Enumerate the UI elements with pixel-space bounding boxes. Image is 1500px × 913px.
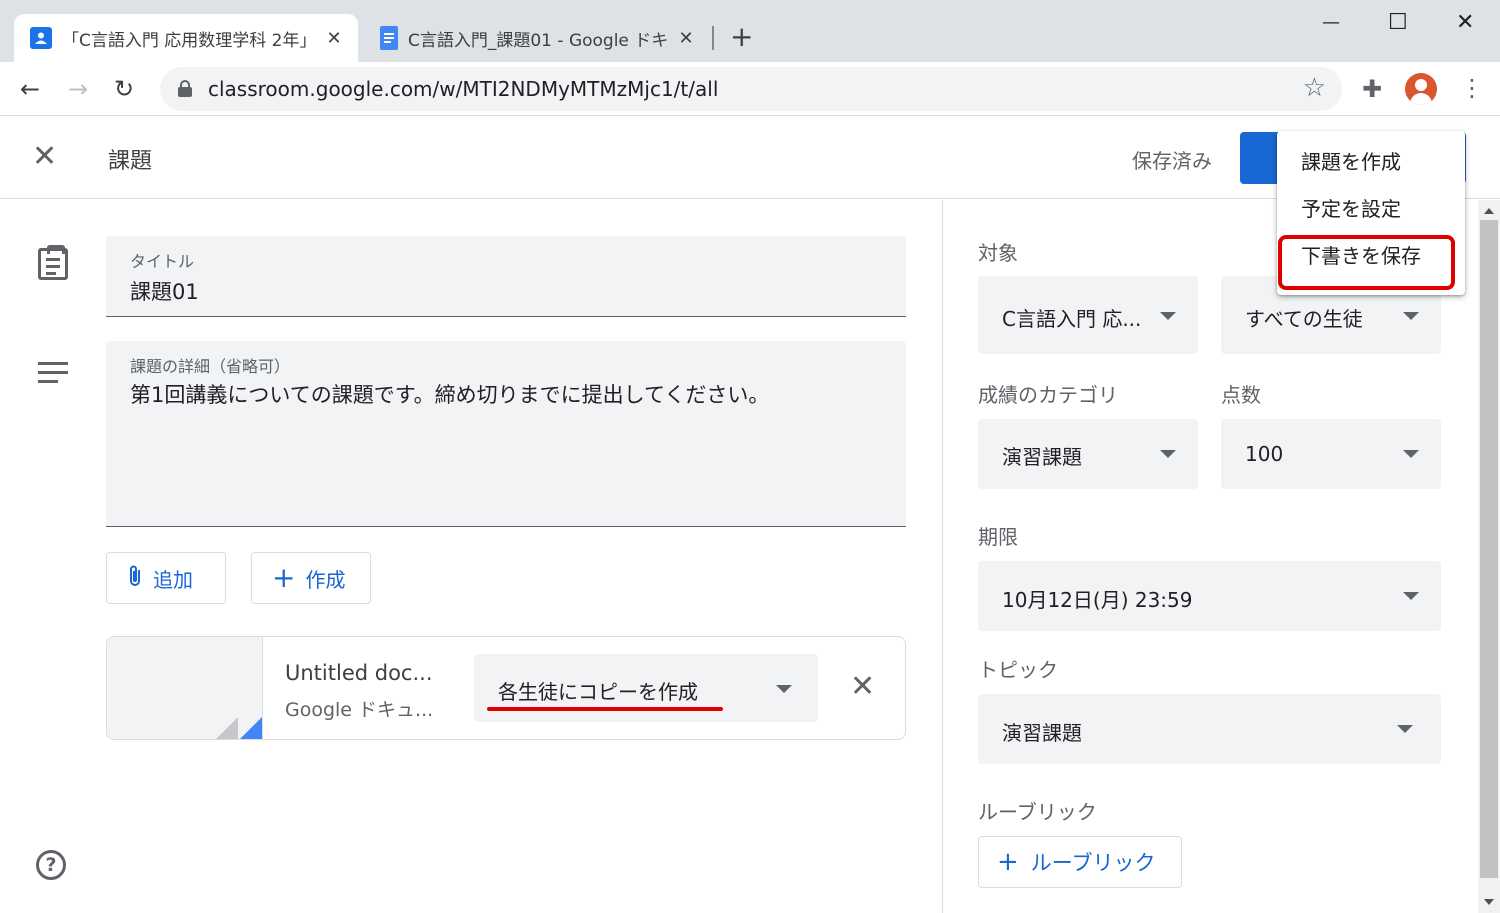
profile-avatar[interactable] <box>1405 73 1437 105</box>
menu-item-assign[interactable]: 課題を作成 <box>1277 139 1465 186</box>
rubric-button-label: ルーブリック <box>1030 851 1156 875</box>
assign-options-menu: 課題を作成 予定を設定 下書きを保存 <box>1277 131 1465 295</box>
reload-icon[interactable]: ↻ <box>114 74 134 104</box>
address-bar[interactable]: classroom.google.com/w/MTI2NDMyMTMzMjc1/… <box>160 67 1342 111</box>
document-thumbnail[interactable] <box>107 637 263 739</box>
google-docs-icon <box>380 26 398 50</box>
browser-tabstrip: 「C言語入門 応用数理学科 2年」の ✕ C言語入門_課題01 - Google… <box>0 0 1500 62</box>
saved-status: 保存済み <box>1132 149 1212 173</box>
tab-title: 「C言語入門 応用数理学科 2年」の <box>62 30 316 51</box>
assignment-clipboard-icon <box>38 245 68 280</box>
window-close-icon[interactable]: ✕ <box>1456 8 1474 38</box>
add-rubric-button[interactable]: + ルーブリック <box>978 836 1182 888</box>
highlight-box <box>1278 235 1455 290</box>
help-icon[interactable]: ? <box>36 850 66 880</box>
points-select[interactable]: 100 <box>1221 419 1441 489</box>
rubric-label: ルーブリック <box>978 800 1097 824</box>
maximize-icon[interactable]: ☐ <box>1388 8 1408 38</box>
grade-category-value: 演習課題 <box>1002 445 1082 469</box>
due-date-select[interactable]: 10月12日(月) 23:59 <box>978 561 1441 631</box>
student-copy-mode-select[interactable]: 各生徒にコピーを作成 <box>474 654 818 722</box>
dropdown-arrow-icon <box>1160 450 1176 458</box>
title-field[interactable]: タイトル 課題01 <box>106 236 906 317</box>
thumbnail-fold <box>214 717 238 739</box>
create-button[interactable]: + 作成 <box>251 552 371 604</box>
create-label: 作成 <box>305 567 346 592</box>
details-field-label: 課題の詳細（省略可） <box>130 357 291 376</box>
assignment-form: タイトル 課題01 課題の詳細（省略可） 第1回講義についての課題です。締め切り… <box>0 200 942 913</box>
back-icon[interactable]: ← <box>20 74 40 104</box>
url-text[interactable]: classroom.google.com/w/MTI2NDMyMTMzMjc1/… <box>208 77 718 101</box>
plus-icon: + <box>997 847 1019 877</box>
tab-close-icon[interactable]: ✕ <box>324 28 344 49</box>
grade-category-label: 成績のカテゴリ <box>978 383 1118 407</box>
page-title: 課題 <box>108 149 153 174</box>
grade-category-select[interactable]: 演習課題 <box>978 419 1198 489</box>
topic-value: 演習課題 <box>1002 721 1082 745</box>
bookmark-star-icon[interactable]: ☆ <box>1303 73 1326 103</box>
attachment-card[interactable]: Untitled doc... Google ドキュ... 各生徒にコピーを作成… <box>106 636 906 740</box>
tab-close-icon[interactable]: ✕ <box>676 28 696 49</box>
details-field-value[interactable]: 第1回講義についての課題です。締め切りまでに提出してください。 <box>130 379 769 409</box>
extensions-icon[interactable]: ✚ <box>1362 75 1382 103</box>
add-attachment-button[interactable]: 追加 <box>106 552 226 604</box>
title-field-label: タイトル <box>130 252 195 271</box>
points-value: 100 <box>1245 442 1284 466</box>
points-label: 点数 <box>1221 383 1261 407</box>
description-icon <box>38 362 68 389</box>
remove-attachment-icon[interactable]: ✕ <box>850 669 875 705</box>
dropdown-arrow-icon <box>1403 450 1419 458</box>
due-date-value: 10月12日(月) 23:59 <box>1002 588 1193 612</box>
due-label: 期限 <box>978 525 1018 549</box>
lock-icon <box>178 80 192 97</box>
assignment-settings: 対象 C言語入門 応... すべての生徒 成績のカテゴリ 点数 演習課題 100… <box>943 200 1478 913</box>
dropdown-arrow-icon <box>776 685 792 693</box>
topic-label: トピック <box>978 658 1058 682</box>
dropdown-arrow-icon <box>1160 312 1176 320</box>
close-icon[interactable]: ✕ <box>32 139 57 175</box>
browser-toolbar: ← → ↻ classroom.google.com/w/MTI2NDMyMTM… <box>0 62 1500 116</box>
tab-title: C言語入門_課題01 - Google ドキュ <box>408 30 668 51</box>
for-label: 対象 <box>978 241 1018 265</box>
plus-icon: + <box>272 561 296 594</box>
scroll-down-icon[interactable] <box>1484 899 1494 905</box>
scroll-up-icon[interactable] <box>1484 208 1494 214</box>
scrollbar[interactable] <box>1478 200 1500 913</box>
highlight-underline <box>487 707 723 711</box>
dropdown-arrow-icon <box>1403 312 1419 320</box>
attachment-type: Google ドキュ... <box>285 699 434 721</box>
details-field[interactable]: 課題の詳細（省略可） 第1回講義についての課題です。締め切りまでに提出してくださ… <box>106 341 906 527</box>
paperclip-icon <box>127 564 143 592</box>
assignment-header: ✕ 課題 保存済み <box>0 117 1500 199</box>
classroom-icon <box>30 27 52 49</box>
new-tab-icon[interactable]: + <box>730 22 753 52</box>
dropdown-arrow-icon <box>1403 592 1419 600</box>
tab-google-docs[interactable]: C言語入門_課題01 - Google ドキュ ✕ <box>364 14 710 62</box>
google-docs-corner-icon <box>238 717 262 739</box>
class-select-value: C言語入門 応... <box>1002 307 1142 331</box>
add-attachment-label: 追加 <box>153 567 193 592</box>
copy-mode-value: 各生徒にコピーを作成 <box>498 680 698 704</box>
browser-menu-icon[interactable]: ⋮ <box>1460 74 1484 102</box>
tab-classroom[interactable]: 「C言語入門 応用数理学科 2年」の ✕ <box>14 14 358 62</box>
class-select[interactable]: C言語入門 応... <box>978 276 1198 354</box>
students-select-value: すべての生徒 <box>1245 307 1363 331</box>
scrollbar-thumb[interactable] <box>1480 220 1498 878</box>
topic-select[interactable]: 演習課題 <box>978 694 1441 764</box>
forward-icon[interactable]: → <box>68 74 88 104</box>
tab-separator <box>712 26 714 50</box>
title-field-value[interactable]: 課題01 <box>130 276 199 306</box>
menu-item-schedule[interactable]: 予定を設定 <box>1277 186 1465 233</box>
minimize-icon[interactable]: — <box>1322 8 1340 38</box>
dropdown-arrow-icon <box>1397 725 1413 733</box>
attachment-name[interactable]: Untitled doc... <box>285 661 433 685</box>
